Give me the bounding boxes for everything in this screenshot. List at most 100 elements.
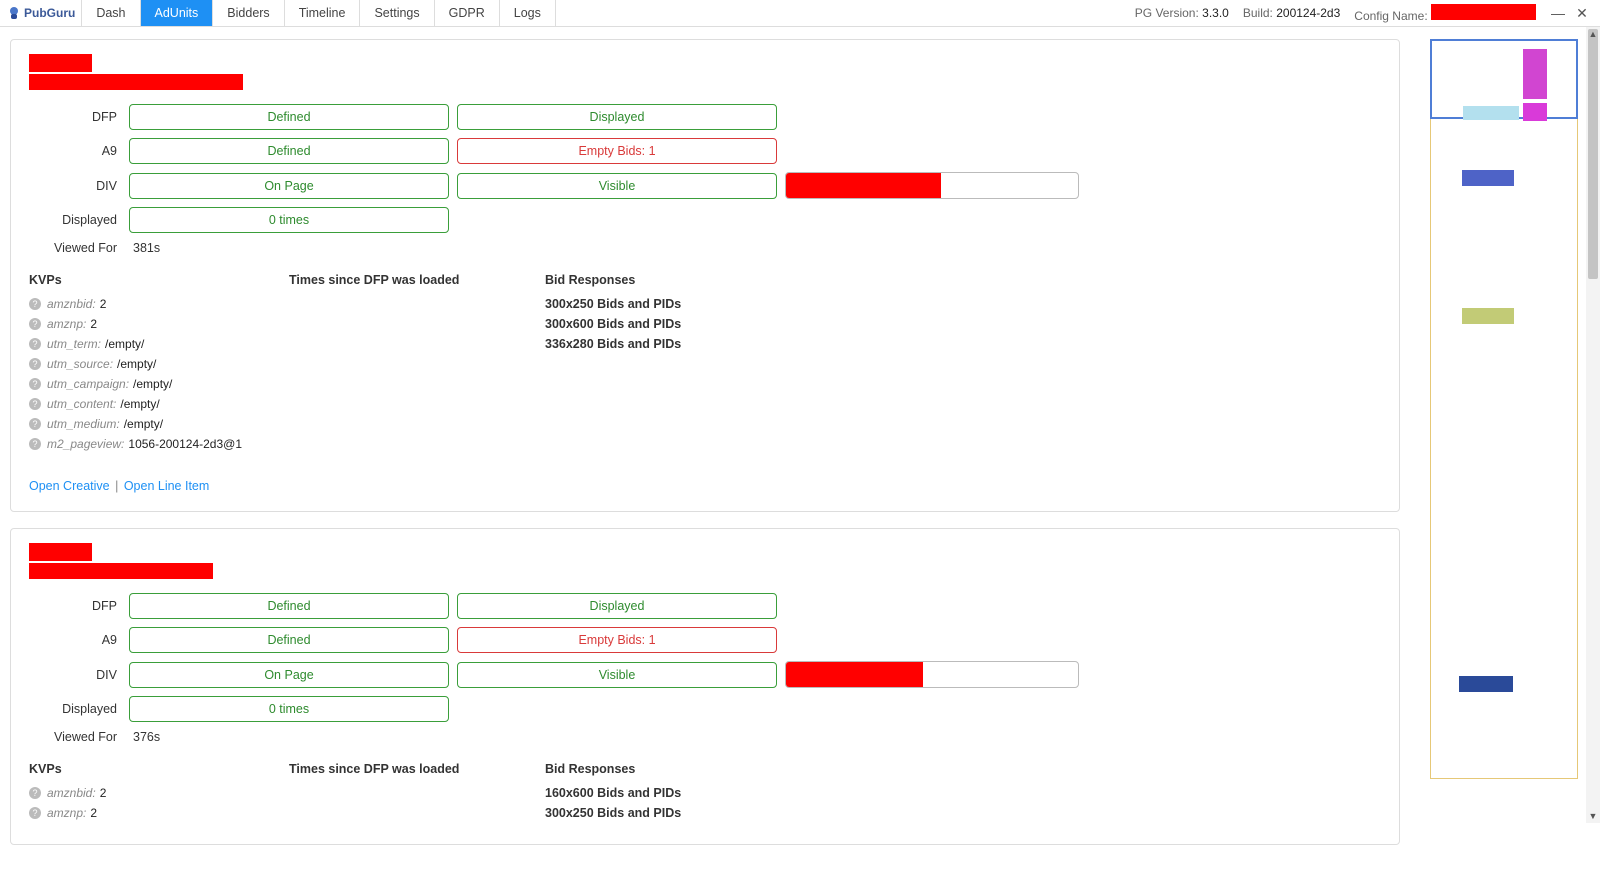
section-title: Times since DFP was loaded — [289, 762, 545, 776]
help-icon[interactable]: ? — [29, 807, 41, 819]
section-kvps: KVPs?amznbid:2?amznp:2?utm_term:/empty/?… — [29, 273, 289, 457]
scroll-down-icon[interactable]: ▼ — [1586, 809, 1600, 823]
kvp-item: ? utm_campaign: /empty/ — [29, 377, 289, 391]
tab-gdpr[interactable]: GDPR — [435, 0, 500, 26]
bid-response-item[interactable]: 160x600 Bids and PIDs — [545, 786, 681, 800]
row-label: Displayed — [29, 702, 129, 716]
section-times: Times since DFP was loaded — [289, 273, 545, 457]
content: DFPDefinedDisplayedA9DefinedEmpty Bids: … — [0, 27, 1600, 873]
layout-slot[interactable] — [1459, 676, 1513, 692]
section-times: Times since DFP was loaded — [289, 762, 545, 826]
kvp-item: ? amznp: 2 — [29, 317, 289, 331]
kvp-key: utm_campaign: — [47, 377, 129, 391]
tab-settings[interactable]: Settings — [360, 0, 434, 26]
help-icon[interactable]: ? — [29, 318, 41, 330]
adunit-list: DFPDefinedDisplayedA9DefinedEmpty Bids: … — [10, 39, 1400, 861]
adunit-path-redacted — [29, 74, 243, 90]
bid-response-item[interactable]: 300x250 Bids and PIDs — [545, 297, 681, 311]
layout-slot[interactable] — [1462, 170, 1514, 186]
help-icon[interactable]: ? — [29, 358, 41, 370]
tab-dash[interactable]: Dash — [81, 0, 140, 26]
row-label: A9 — [29, 144, 129, 158]
kvp-key: amznbid: — [47, 786, 96, 800]
row-displayed: Displayed0 times — [29, 207, 1381, 233]
help-icon[interactable]: ? — [29, 338, 41, 350]
kvp-value: 2 — [90, 806, 97, 820]
row-a9: A9DefinedEmpty Bids: 1 — [29, 627, 1381, 653]
status-pill: Visible — [457, 173, 777, 199]
vertical-scrollbar[interactable]: ▲ ▼ — [1586, 27, 1600, 823]
kvp-key: utm_content: — [47, 397, 116, 411]
scroll-thumb[interactable] — [1588, 29, 1598, 279]
tab-logs[interactable]: Logs — [500, 0, 556, 26]
status-pill: 0 times — [129, 696, 449, 722]
kvp-item: ?amznp:2 — [29, 806, 289, 820]
row-label: DFP — [29, 599, 129, 613]
scroll-up-icon[interactable]: ▲ — [1586, 27, 1600, 41]
row-dfp: DFPDefinedDisplayed — [29, 593, 1381, 619]
status-pill: Displayed — [457, 104, 777, 130]
kvp-item: ?amznbid:2 — [29, 297, 289, 311]
config-name-redacted — [1431, 4, 1536, 20]
help-icon[interactable]: ? — [29, 378, 41, 390]
help-icon[interactable]: ? — [29, 787, 41, 799]
viewability-bar — [785, 661, 1079, 688]
tab-bidders[interactable]: Bidders — [213, 0, 284, 26]
status-pill: Displayed — [457, 593, 777, 619]
adunit-path-redacted — [29, 563, 213, 579]
kvp-key: m2_pageview: — [47, 437, 124, 451]
help-icon[interactable]: ? — [29, 398, 41, 410]
minimize-button[interactable]: — — [1550, 5, 1566, 21]
layout-preview-panel — [1420, 39, 1588, 861]
status-pill: Visible — [457, 662, 777, 688]
tab-adunits[interactable]: AdUnits — [141, 0, 214, 26]
kvp-value: /empty/ — [133, 377, 172, 391]
kvp-value: /empty/ — [105, 337, 144, 351]
section-bid-responses: Bid Responses300x250 Bids and PIDs300x60… — [545, 273, 681, 457]
row-label: Viewed For — [29, 241, 129, 255]
row-label: DFP — [29, 110, 129, 124]
layout-slot[interactable] — [1463, 106, 1519, 120]
row-label: Viewed For — [29, 730, 129, 744]
kvp-value: 2 — [90, 317, 97, 331]
viewed-for-value: 381s — [129, 241, 160, 255]
kvp-value: /empty/ — [120, 397, 159, 411]
config-name: Config Name: — [1354, 4, 1536, 23]
row-div: DIVOn PageVisible — [29, 661, 1381, 688]
section-kvps: KVPs?amznbid:2?amznp:2 — [29, 762, 289, 826]
kvp-item: ? utm_content: /empty/ — [29, 397, 289, 411]
adunit-name-redacted — [29, 54, 92, 72]
kvp-value: 2 — [100, 297, 107, 311]
bid-response-item[interactable]: 336x280 Bids and PIDs — [545, 337, 681, 351]
row-viewed-for: Viewed For376s — [29, 730, 1381, 744]
status-pill: Defined — [129, 138, 449, 164]
status-pill: Empty Bids: 1 — [457, 627, 777, 653]
detail-sections: KVPs?amznbid:2?amznp:2?utm_term:/empty/?… — [29, 273, 1381, 457]
window-controls: — ✕ — [1550, 5, 1590, 21]
bid-response-item[interactable]: 300x250 Bids and PIDs — [545, 806, 681, 820]
card-links: Open Creative | Open Line Item — [29, 479, 1381, 493]
help-icon[interactable]: ? — [29, 298, 41, 310]
logo-text: PubGuru — [24, 6, 75, 20]
help-icon[interactable]: ? — [29, 418, 41, 430]
layout-slot[interactable] — [1462, 308, 1514, 324]
close-button[interactable]: ✕ — [1574, 5, 1590, 21]
open-line-item-link[interactable]: Open Line Item — [124, 479, 209, 493]
kvp-key: utm_term: — [47, 337, 101, 351]
layout-slot[interactable] — [1523, 49, 1547, 99]
row-dfp: DFPDefinedDisplayed — [29, 104, 1381, 130]
layout-slot[interactable] — [1523, 103, 1547, 121]
bid-response-item[interactable]: 300x600 Bids and PIDs — [545, 317, 681, 331]
tab-timeline[interactable]: Timeline — [285, 0, 361, 26]
kvp-value: /empty/ — [124, 417, 163, 431]
row-label: DIV — [29, 179, 129, 193]
layout-map-viewport — [1430, 39, 1578, 119]
kvp-item: ? utm_medium: /empty/ — [29, 417, 289, 431]
kvp-key: amznp: — [47, 317, 86, 331]
kvp-key: utm_medium: — [47, 417, 120, 431]
row-label: Displayed — [29, 213, 129, 227]
status-pill: Defined — [129, 627, 449, 653]
help-icon[interactable]: ? — [29, 438, 41, 450]
open-creative-link[interactable]: Open Creative — [29, 479, 110, 493]
section-title: Times since DFP was loaded — [289, 273, 545, 287]
